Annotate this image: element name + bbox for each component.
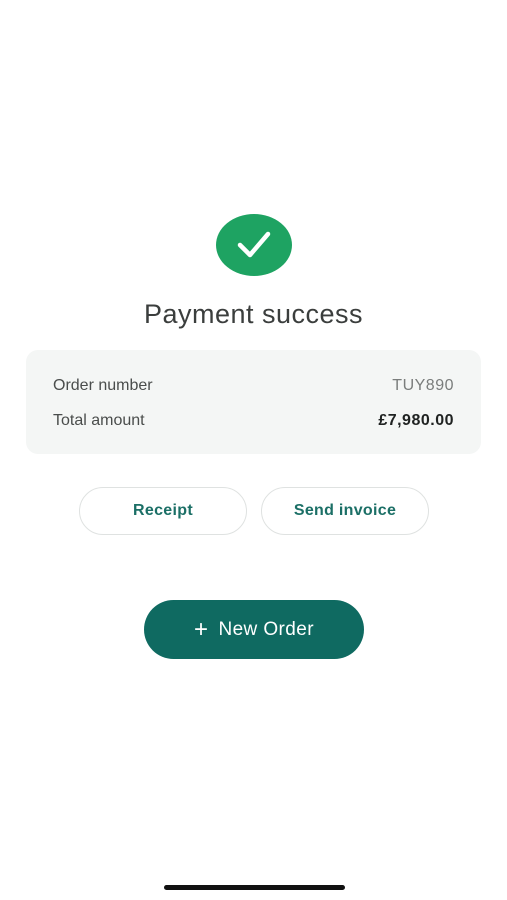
- order-summary-card: Order number TUY890 Total amount £7,980.…: [26, 350, 481, 454]
- success-checkmark-icon: [216, 214, 292, 276]
- total-amount-label: Total amount: [53, 412, 145, 429]
- order-number-label: Order number: [53, 377, 153, 394]
- order-number-value: TUY890: [392, 377, 454, 394]
- send-invoice-button[interactable]: Send invoice: [261, 487, 429, 535]
- plus-icon: +: [194, 616, 209, 643]
- order-number-row: Order number TUY890: [53, 376, 454, 396]
- new-order-button-label: New Order: [218, 618, 314, 640]
- send-invoice-button-label: Send invoice: [293, 502, 397, 519]
- new-order-button[interactable]: + New Order: [144, 600, 364, 659]
- receipt-button-label: Receipt: [133, 502, 193, 519]
- checkmark-icon: [237, 231, 271, 258]
- page-title: Payment success: [143, 299, 364, 329]
- receipt-button[interactable]: Receipt: [79, 487, 247, 535]
- home-indicator[interactable]: [164, 885, 345, 890]
- total-amount-value: £7,980.00: [378, 412, 454, 429]
- total-amount-row: Total amount £7,980.00: [53, 410, 454, 432]
